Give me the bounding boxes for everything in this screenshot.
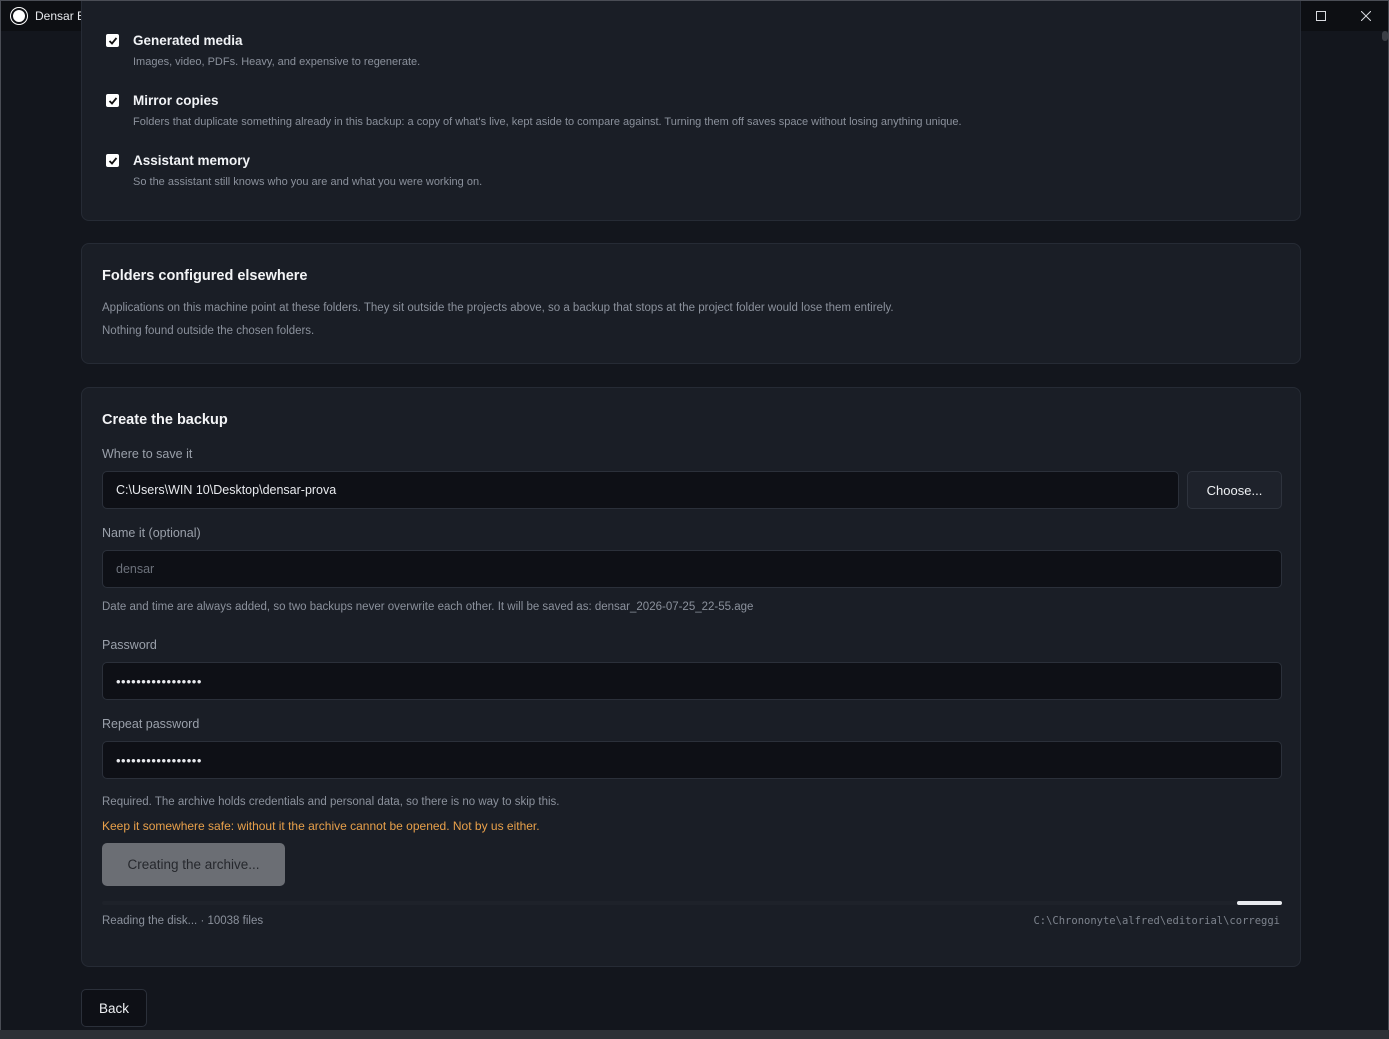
back-button[interactable]: Back — [81, 989, 147, 1027]
close-icon — [1360, 11, 1371, 21]
option-description: So the assistant still knows who you are… — [133, 176, 483, 188]
save-location-input[interactable]: C:\Users\WIN 10\Desktop\densar-prova — [102, 471, 1179, 509]
taskbar-edge — [0, 1030, 1389, 1039]
empty-message: Nothing found outside the chosen folders… — [102, 325, 315, 337]
password-field[interactable]: ••••••••••••••••• — [102, 662, 1282, 700]
name-placeholder: densar — [116, 562, 155, 576]
mirror-copies-checkbox[interactable] — [106, 94, 119, 107]
section-heading: Folders configured elsewhere — [102, 268, 308, 284]
create-archive-button[interactable]: Creating the archive... — [102, 843, 285, 886]
progress-bar-fill — [1237, 901, 1282, 905]
maximize-button[interactable] — [1298, 1, 1343, 31]
repeat-password-field[interactable]: ••••••••••••••••• — [102, 741, 1282, 779]
generated-media-checkbox[interactable] — [106, 34, 119, 47]
backup-name-input[interactable]: densar — [102, 550, 1282, 588]
checkmark-icon — [108, 36, 117, 45]
password-value: ••••••••••••••••• — [116, 673, 202, 689]
section-description: Applications on this machine point at th… — [102, 302, 894, 314]
current-file-path: C:\Chrononyte\alfred\editorial\correggi — [1033, 915, 1280, 927]
backup-options-card: Generated media Images, video, PDFs. Hea… — [81, 1, 1301, 221]
password-label: Password — [102, 638, 157, 652]
name-hint: Date and time are always added, so two b… — [102, 601, 754, 613]
progress-bar — [102, 901, 1282, 905]
required-note: Required. The archive holds credentials … — [102, 796, 560, 808]
save-location-label: Where to save it — [102, 447, 193, 461]
name-label: Name it (optional) — [102, 526, 201, 540]
folders-elsewhere-card: Folders configured elsewhere Application… — [81, 243, 1301, 364]
option-title: Assistant memory — [133, 153, 251, 168]
app-window: Densar BK Generated media Images, video,… — [0, 0, 1389, 1031]
repeat-password-value: ••••••••••••••••• — [116, 752, 202, 768]
option-title: Generated media — [133, 33, 243, 48]
scrollbar-thumb[interactable] — [1382, 31, 1388, 41]
option-description: Folders that duplicate something already… — [133, 116, 962, 128]
option-description: Images, video, PDFs. Heavy, and expensiv… — [133, 56, 421, 68]
password-warning: Keep it somewhere safe: without it the a… — [102, 819, 540, 833]
maximize-icon — [1315, 11, 1326, 21]
app-logo-icon — [11, 8, 27, 24]
checkmark-icon — [108, 96, 117, 105]
choose-folder-button[interactable]: Choose... — [1187, 471, 1282, 509]
section-heading: Create the backup — [102, 412, 228, 428]
option-title: Mirror copies — [133, 93, 219, 108]
create-backup-card: Create the backup Where to save it C:\Us… — [81, 387, 1301, 967]
repeat-password-label: Repeat password — [102, 717, 200, 731]
checkmark-icon — [108, 156, 117, 165]
save-location-value: C:\Users\WIN 10\Desktop\densar-prova — [116, 483, 337, 497]
progress-status: Reading the disk... · 10038 files — [102, 915, 264, 927]
assistant-memory-checkbox[interactable] — [106, 154, 119, 167]
close-button[interactable] — [1343, 1, 1388, 31]
